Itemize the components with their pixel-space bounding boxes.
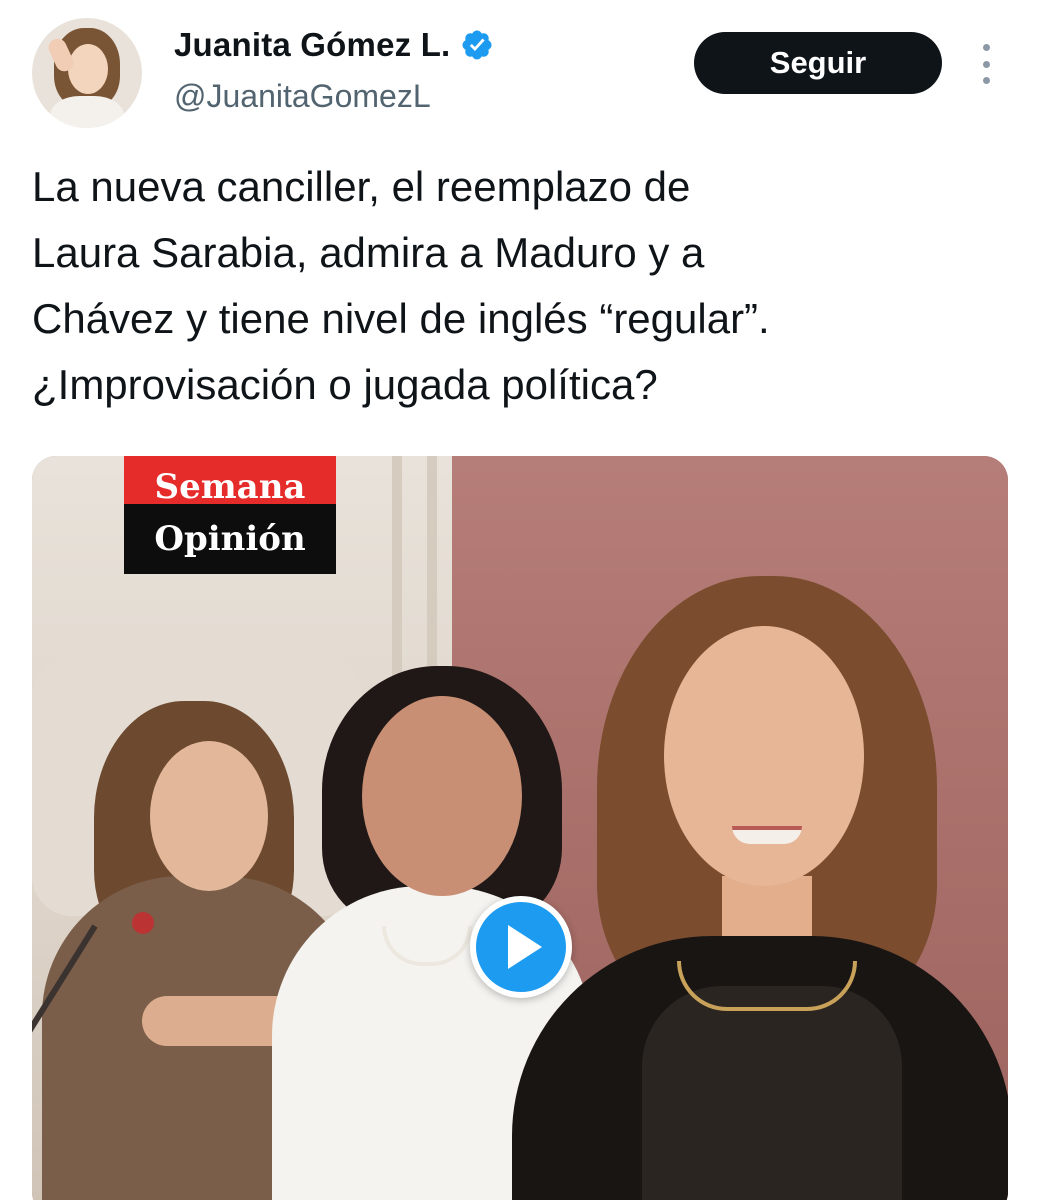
play-button[interactable] [470, 896, 572, 998]
follow-button[interactable]: Seguir [694, 32, 942, 94]
avatar-shoulders [50, 96, 124, 128]
person-right-top [642, 986, 902, 1200]
person-right-smile [732, 826, 802, 844]
more-dot [982, 60, 990, 68]
verified-badge-icon[interactable] [460, 28, 494, 62]
more-dot [982, 44, 990, 51]
tweet-text: La nueva canciller, el reemplazo de Laur… [32, 163, 770, 408]
tweet-card: Juanita Gómez L. @JuanitaGomezL Seguir L… [0, 0, 1039, 1200]
avatar-face [68, 44, 108, 94]
person-left-face [150, 741, 268, 891]
microphone-head [132, 912, 154, 934]
opinion-label: Opinión [124, 504, 336, 574]
play-icon [508, 925, 542, 969]
person-right-necklace [677, 961, 857, 1011]
more-vertical-icon[interactable] [976, 44, 996, 84]
more-dot [982, 77, 990, 84]
person-middle-face [362, 696, 522, 896]
author-handle[interactable]: @JuanitaGomezL [174, 78, 431, 115]
semana-logo: Semana [124, 456, 336, 504]
video-thumbnail[interactable]: Semana Opinión [32, 456, 1008, 1200]
person-right-face [664, 626, 864, 886]
author-name-row: Juanita Gómez L. [174, 26, 494, 64]
author-display-name[interactable]: Juanita Gómez L. [174, 26, 450, 64]
author-avatar[interactable] [32, 18, 142, 128]
